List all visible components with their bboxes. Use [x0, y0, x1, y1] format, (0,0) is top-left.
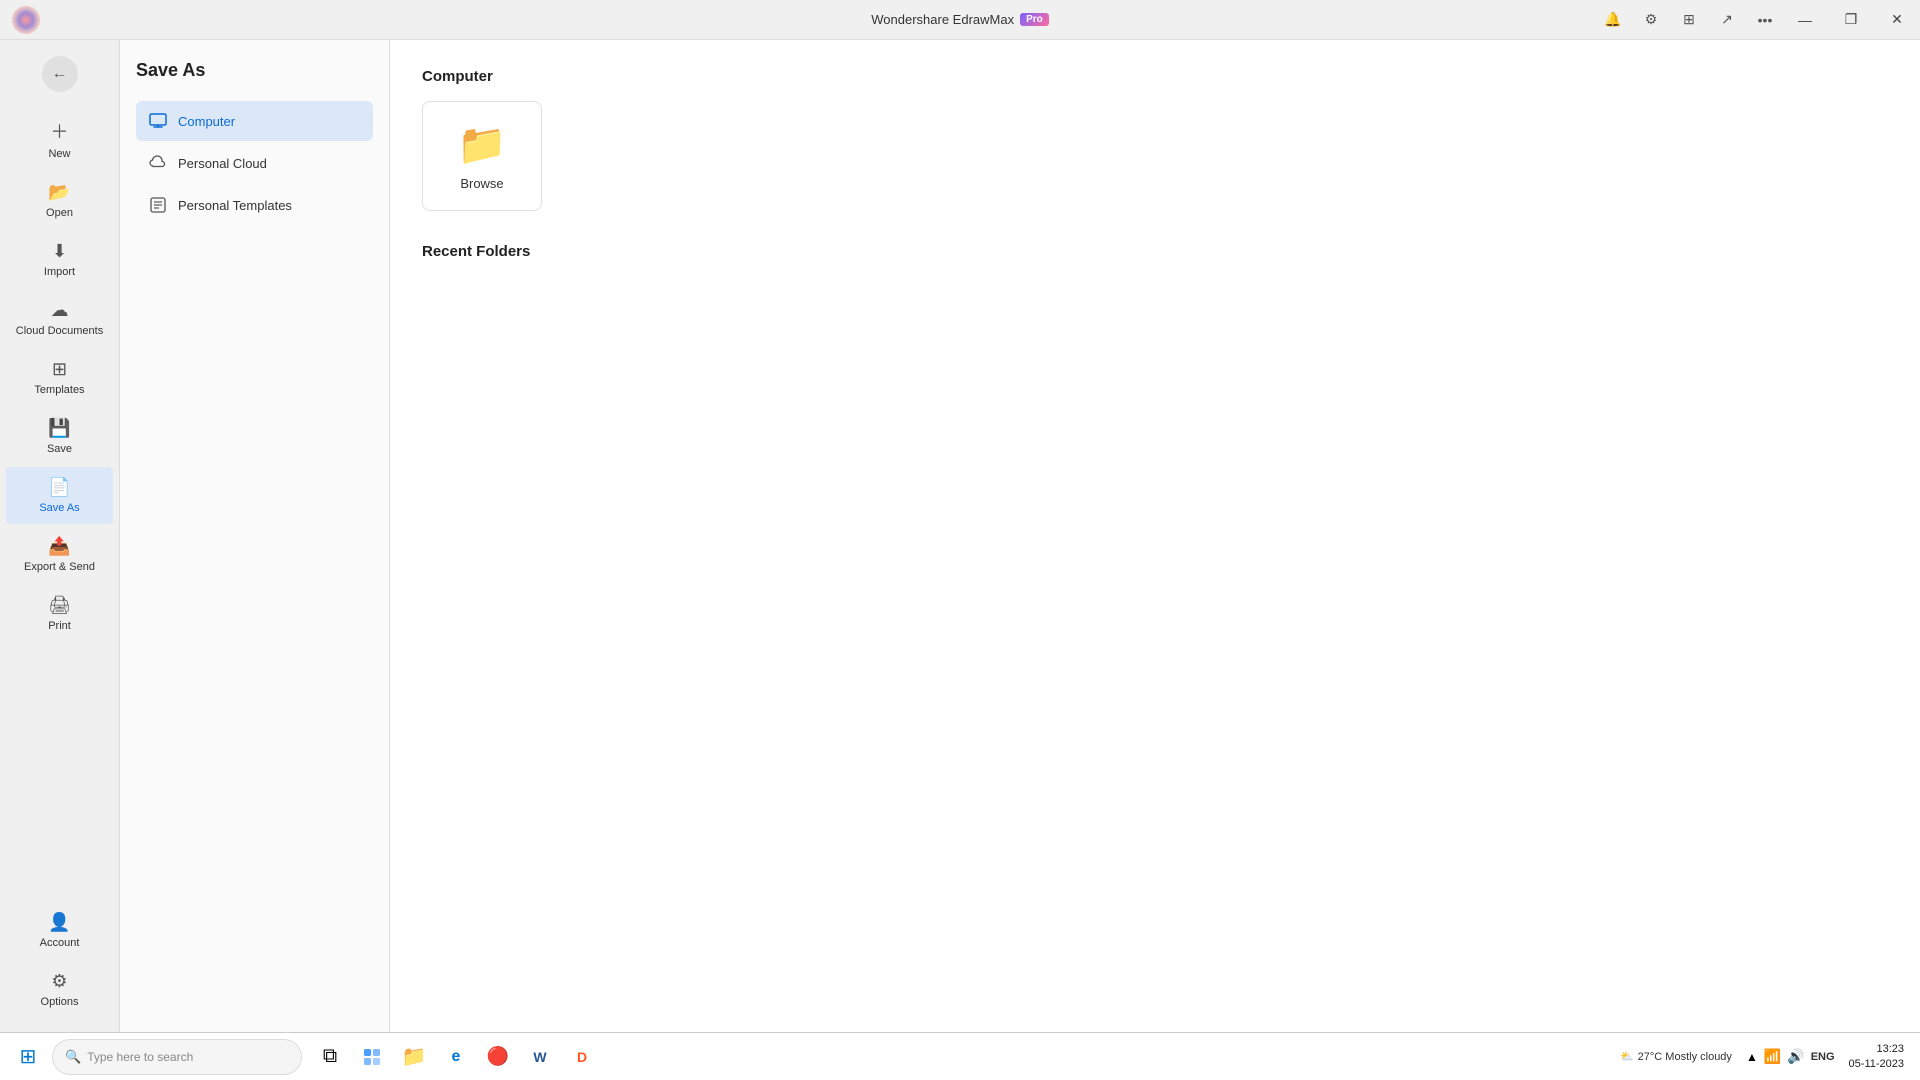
sidebar-item-open[interactable]: 📂 Open	[6, 172, 113, 229]
share-icon[interactable]: ↗	[1712, 5, 1742, 35]
main-content: ← ＋ New 📂 Open ⬇ Import ☁ Cloud Document…	[0, 40, 1920, 1032]
date-display: 05-11-2023	[1849, 1057, 1904, 1071]
network-icon[interactable]: 📶	[1764, 1048, 1781, 1065]
open-icon: 📂	[48, 182, 70, 203]
computer-label: Computer	[178, 114, 235, 129]
clock[interactable]: 13:23 05-11-2023	[1841, 1040, 1912, 1073]
avatar[interactable]	[12, 6, 40, 34]
minimize-button[interactable]: —	[1782, 0, 1828, 40]
sidebar-item-print[interactable]: 🖨 Print	[6, 585, 113, 642]
templates-icon: ⊞	[52, 359, 67, 380]
volume-icon[interactable]: 🔊	[1787, 1048, 1804, 1065]
personal-cloud-icon	[148, 153, 168, 173]
taskbar-search[interactable]: 🔍 Type here to search	[52, 1039, 302, 1075]
sidebar-item-label: Import	[44, 266, 75, 278]
titlebar-actions: 🔔 ⚙ ⊞ ↗ •••	[1598, 0, 1780, 39]
browse-label: Browse	[460, 176, 503, 191]
pro-badge: Pro	[1020, 13, 1049, 26]
recent-folders-title: Recent Folders	[422, 243, 1888, 260]
personal-templates-label: Personal Templates	[178, 198, 292, 213]
save-as-personal-cloud[interactable]: Personal Cloud	[136, 143, 373, 183]
start-button[interactable]: ⊞	[8, 1037, 48, 1077]
close-button[interactable]: ✕	[1874, 0, 1920, 40]
app-title: Wondershare EdrawMax Pro	[871, 12, 1049, 27]
save-as-icon: 📄	[48, 477, 70, 498]
sidebar-item-cloud-documents[interactable]: ☁ Cloud Documents	[6, 290, 113, 347]
settings-icon[interactable]: ⚙	[1636, 5, 1666, 35]
time-display: 13:23	[1876, 1042, 1904, 1056]
weather-info[interactable]: ⛅ 27°C Mostly cloudy	[1620, 1050, 1732, 1063]
taskbar-apps: ⧉ 📁 e 🔴 W D	[310, 1037, 602, 1077]
sidebar-item-options[interactable]: ⚙ Options	[6, 961, 113, 1018]
sidebar-item-label: Cloud Documents	[16, 325, 103, 337]
sidebar-item-save-as[interactable]: 📄 Save As	[6, 467, 113, 524]
search-icon: 🔍	[65, 1049, 81, 1065]
sidebar-item-account[interactable]: 👤 Account	[6, 902, 113, 959]
sidebar-item-label: Open	[46, 207, 73, 219]
sidebar-item-save[interactable]: 💾 Save	[6, 408, 113, 465]
nav-bottom: 👤 Account ⚙ Options	[0, 902, 119, 1032]
sidebar-item-label: Save	[47, 443, 72, 455]
account-icon: 👤	[48, 912, 70, 933]
sidebar-item-label: Export & Send	[24, 561, 95, 573]
taskbar: ⊞ 🔍 Type here to search ⧉ 📁 e 🔴 W D ⛅ 27…	[0, 1032, 1920, 1080]
sidebar-item-label: New	[48, 148, 70, 160]
notification-icon[interactable]: 🔔	[1598, 5, 1628, 35]
sidebar-item-new[interactable]: ＋ New	[6, 108, 113, 170]
system-tray-arrow[interactable]: ▲	[1746, 1050, 1758, 1064]
layout-icon[interactable]: ⊞	[1674, 5, 1704, 35]
save-as-panel: Save As Computer Personal Cloud	[120, 40, 390, 1032]
right-content: Computer 📁 Browse Recent Folders	[390, 40, 1920, 1032]
taskbar-right: ⛅ 27°C Mostly cloudy ▲ 📶 🔊 ENG 13:23 05-…	[1620, 1040, 1912, 1073]
word-button[interactable]: W	[520, 1037, 560, 1077]
weather-icon: ⛅	[1620, 1050, 1634, 1063]
titlebar: Wondershare EdrawMax Pro 🔔 ⚙ ⊞ ↗ ••• — ❐…	[0, 0, 1920, 40]
folder-icon: 📁	[457, 121, 507, 168]
sidebar-item-label: Print	[48, 620, 71, 632]
taskview-button[interactable]: ⧉	[310, 1037, 350, 1077]
sidebar-item-templates[interactable]: ⊞ Templates	[6, 349, 113, 406]
window-controls: — ❐ ✕	[1782, 0, 1920, 39]
import-icon: ⬇	[52, 241, 67, 262]
sidebar-item-label: Save As	[39, 502, 79, 514]
sidebar-item-label: Options	[41, 996, 79, 1008]
sidebar-item-label: Account	[40, 937, 80, 949]
restore-button[interactable]: ❐	[1828, 0, 1874, 40]
new-icon: ＋	[51, 118, 69, 144]
windows-logo-icon: ⊞	[20, 1044, 37, 1069]
sidebar-item-label: Templates	[34, 384, 84, 396]
personal-cloud-label: Personal Cloud	[178, 156, 267, 171]
content-title: Computer	[422, 68, 1888, 85]
language-badge[interactable]: ENG	[1811, 1051, 1835, 1063]
widgets-button[interactable]	[352, 1037, 392, 1077]
sidebar-item-export-send[interactable]: 📤 Export & Send	[6, 526, 113, 583]
weather-text: 27°C Mostly cloudy	[1638, 1051, 1732, 1063]
left-navigation: ← ＋ New 📂 Open ⬇ Import ☁ Cloud Document…	[0, 40, 120, 1032]
cloud-icon: ☁	[51, 300, 69, 321]
more-icon[interactable]: •••	[1750, 5, 1780, 35]
save-as-computer[interactable]: Computer	[136, 101, 373, 141]
edge-button[interactable]: e	[436, 1037, 476, 1077]
back-button[interactable]: ←	[42, 56, 78, 92]
file-explorer-button[interactable]: 📁	[394, 1037, 434, 1077]
export-icon: 📤	[48, 536, 70, 557]
browse-card[interactable]: 📁 Browse	[422, 101, 542, 211]
print-icon: 🖨	[48, 595, 71, 616]
save-as-personal-templates[interactable]: Personal Templates	[136, 185, 373, 225]
browser-button[interactable]: 🔴	[478, 1037, 518, 1077]
computer-icon	[148, 111, 168, 131]
edrawmax-button[interactable]: D	[562, 1037, 602, 1077]
panel-title: Save As	[136, 60, 373, 81]
personal-templates-icon	[148, 195, 168, 215]
save-icon: 💾	[48, 418, 70, 439]
options-icon: ⚙	[51, 971, 67, 992]
sidebar-item-import[interactable]: ⬇ Import	[6, 231, 113, 288]
search-placeholder: Type here to search	[87, 1050, 193, 1064]
